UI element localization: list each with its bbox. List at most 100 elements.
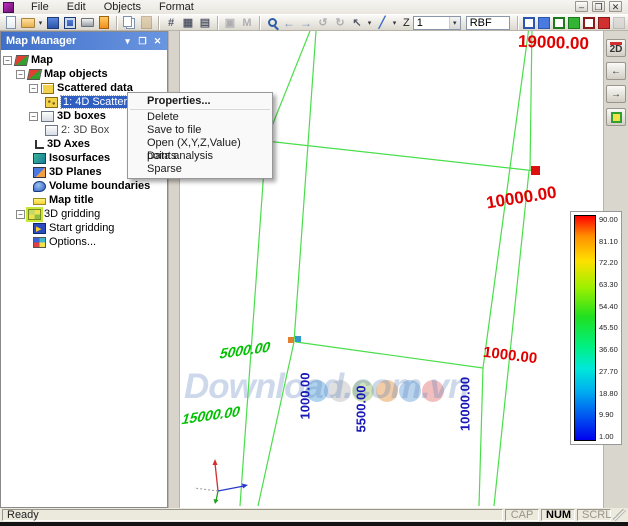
menu-file[interactable]: File — [22, 0, 58, 14]
grid-icon[interactable]: # — [163, 15, 179, 31]
open-dropdown-icon[interactable]: ▾ — [37, 19, 44, 27]
axis-label-blue-1000: 1000.00 — [298, 373, 313, 420]
panel-pin-icon[interactable]: ❐ — [136, 35, 149, 48]
app-icon — [3, 2, 14, 13]
tree-item-volume-boundaries[interactable]: Volume boundaries — [1, 179, 167, 193]
menu-item-sparse[interactable]: Sparse — [128, 163, 272, 176]
map-manager-titlebar[interactable]: Map Manager ▾ ❐ ✕ — [1, 32, 167, 50]
2d-view-button[interactable]: 2D — [606, 39, 626, 57]
status-bar: Ready CAP NUM SCRL — [0, 508, 628, 522]
histogram-icon[interactable]: ▦ — [180, 15, 196, 31]
data-point-marker-red — [531, 166, 540, 175]
resize-grip[interactable] — [613, 509, 626, 521]
line-tool-icon[interactable]: ╱ — [374, 15, 390, 31]
open-file-icon[interactable] — [20, 15, 36, 31]
copy-icon[interactable] — [121, 15, 137, 31]
panel-close-icon[interactable]: ✕ — [151, 35, 164, 48]
window-bottom-edge — [0, 522, 628, 526]
rotate-right-icon: ↻ — [332, 15, 348, 31]
wire-box-green-icon[interactable] — [553, 17, 565, 29]
next-view-button[interactable]: → — [606, 85, 626, 103]
rotate-left-icon: ↺ — [315, 15, 331, 31]
data-point-marker-blue — [295, 336, 301, 342]
axes-icon — [35, 140, 44, 149]
redo-arrow-icon[interactable]: → — [298, 15, 314, 31]
tree-item-start-gridding[interactable]: Start gridding — [1, 221, 167, 235]
wire-box-red-icon[interactable] — [583, 17, 595, 29]
solid-box-blue-icon[interactable] — [538, 17, 550, 29]
menu-separator — [130, 109, 270, 110]
menu-format[interactable]: Format — [150, 0, 203, 14]
menu-item-data-analysis[interactable]: Data analysis — [128, 150, 272, 163]
map-icon — [27, 69, 42, 80]
tree-item-map[interactable]: Map — [1, 53, 167, 67]
solid-box-green-icon[interactable] — [568, 17, 580, 29]
save-icon[interactable] — [45, 15, 61, 31]
num-lock-indicator: NUM — [541, 509, 575, 521]
map-title-icon — [33, 198, 46, 205]
menu-item-delete[interactable]: Delete — [128, 111, 272, 124]
collapse-icon[interactable] — [16, 70, 25, 79]
minimize-button[interactable]: – — [575, 1, 588, 12]
z-level-combobox[interactable]: ▾ — [413, 16, 461, 30]
tree-item-map-title[interactable]: Map title — [1, 193, 167, 207]
collapse-icon[interactable] — [29, 84, 38, 93]
previous-view-button[interactable]: ← — [606, 62, 626, 80]
cube-icon — [45, 125, 58, 136]
axis-label-blue-10000: 10000.00 — [458, 377, 473, 431]
disabled-box-icon — [613, 17, 625, 29]
line-dropdown-icon[interactable]: ▾ — [391, 19, 398, 27]
data-point-marker-orange — [288, 337, 294, 343]
undo-arrow-icon[interactable]: ← — [281, 15, 297, 31]
menu-bar: File Edit Objects Format – ❐ ✕ — [0, 0, 628, 14]
print-icon[interactable] — [79, 15, 95, 31]
scroll-lock-indicator: SCRL — [577, 509, 611, 521]
restore-button[interactable]: ❐ — [592, 1, 605, 12]
cube-icon — [41, 111, 54, 122]
caps-lock-indicator: CAP — [505, 509, 539, 521]
menu-edit[interactable]: Edit — [58, 0, 95, 14]
separator — [116, 16, 117, 30]
solid-box-red-icon[interactable] — [598, 17, 610, 29]
z-dropdown-icon[interactable]: ▾ — [449, 17, 460, 29]
tree-item-options[interactable]: Options... — [1, 235, 167, 249]
collapse-icon[interactable] — [3, 56, 12, 65]
panel-title: Map Manager — [6, 35, 76, 47]
menu-objects[interactable]: Objects — [95, 0, 150, 14]
collapse-icon[interactable] — [16, 210, 25, 219]
save-as-icon[interactable] — [62, 15, 78, 31]
menu-item-open-points[interactable]: Open (X,Y,Z,Value) points — [128, 137, 272, 150]
map-frame-icon: M — [239, 15, 255, 31]
panel-menu-icon[interactable]: ▾ — [121, 35, 134, 48]
tree-item-map-objects[interactable]: Map objects — [1, 67, 167, 81]
z-level-input[interactable] — [414, 17, 449, 29]
options-icon — [33, 237, 46, 248]
separator — [259, 16, 260, 30]
window-controls: – ❐ ✕ — [575, 1, 622, 12]
collapse-icon[interactable] — [29, 112, 38, 121]
menu-item-properties[interactable]: Properties... — [128, 95, 272, 108]
toolbar: ▾ # ▦ ▤ ▣ M ← → ↺ ↻ ↖ ▾ ╱ ▾ Z ▾ ◁ ⎙ — [0, 14, 628, 31]
legend-icon[interactable]: ▤ — [197, 15, 213, 31]
select-arrow-icon[interactable]: ↖ — [349, 15, 365, 31]
close-button[interactable]: ✕ — [609, 1, 622, 12]
color-gradient — [574, 215, 596, 441]
scatter-box-icon — [41, 83, 54, 94]
export-icon[interactable] — [96, 15, 112, 31]
main-area: Map Manager ▾ ❐ ✕ Map Map objects Scatte… — [0, 31, 628, 508]
axis-trihedron-icon — [194, 459, 248, 504]
scatter-points-icon — [45, 97, 58, 108]
separator — [158, 16, 159, 30]
axis-label-red-19000: 19000.00 — [518, 32, 590, 54]
menu-item-save-to-file[interactable]: Save to file — [128, 124, 272, 137]
select-dropdown-icon[interactable]: ▾ — [366, 19, 373, 27]
isosurface-icon — [33, 153, 46, 164]
tree-item-3d-gridding[interactable]: 3D gridding — [1, 207, 167, 221]
paste-icon — [138, 15, 154, 31]
gridding-view-button[interactable] — [606, 108, 626, 126]
wire-box-blue-icon[interactable] — [523, 17, 535, 29]
zoom-icon[interactable] — [264, 15, 280, 31]
new-file-icon[interactable] — [3, 15, 19, 31]
gridder-field[interactable] — [466, 16, 510, 30]
gridder-input[interactable] — [467, 17, 509, 29]
